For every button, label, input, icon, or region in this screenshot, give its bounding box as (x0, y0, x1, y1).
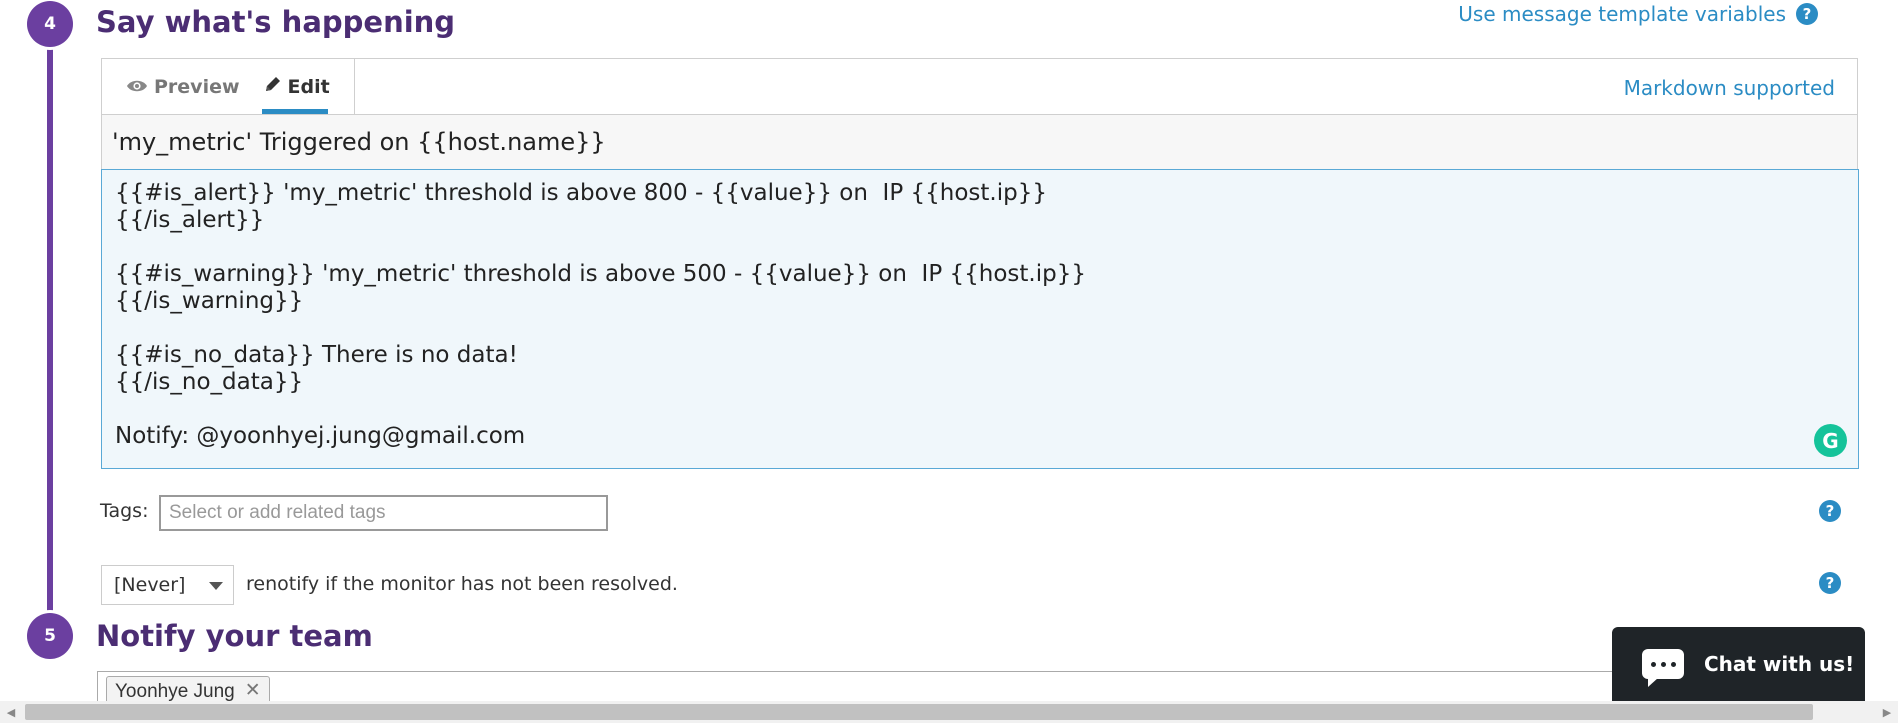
message-body-textarea[interactable]: {{#is_alert}} 'my_metric' threshold is a… (101, 169, 1859, 469)
message-editor: Preview Edit Markdown supported {{#is_al… (101, 58, 1859, 469)
close-icon[interactable]: ✕ (245, 681, 261, 700)
template-variables-link-label: Use message template variables (1458, 2, 1786, 26)
message-subject-input[interactable] (102, 115, 1857, 170)
editor-tab-bar: Preview Edit Markdown supported (102, 59, 1857, 115)
section-title-notify-your-team: Notify your team (96, 619, 373, 653)
scroll-right-arrow-icon[interactable]: ▶ (1876, 701, 1898, 723)
recipient-chip-label: Yoonhye Jung (115, 681, 235, 702)
scrollbar-thumb[interactable] (25, 704, 1813, 720)
tags-label: Tags: (100, 500, 149, 522)
tags-input[interactable] (159, 495, 608, 531)
tab-edit-label: Edit (287, 75, 330, 98)
markdown-supported-link[interactable]: Markdown supported (1624, 76, 1835, 100)
pencil-icon (264, 75, 282, 98)
step-number-badge: 4 (27, 1, 73, 47)
editor-tab-group: Preview Edit (102, 59, 355, 114)
tab-edit[interactable]: Edit (252, 59, 342, 114)
renotify-description: renotify if the monitor has not been res… (246, 573, 678, 595)
tags-help-icon[interactable]: ? (1819, 500, 1841, 522)
chat-with-us-label: Chat with us! (1704, 652, 1855, 676)
monitor-form-page: 4 Say what's happening Use message templ… (0, 0, 1898, 723)
renotify-help-icon[interactable]: ? (1819, 572, 1841, 594)
eye-icon (126, 76, 148, 98)
scroll-left-arrow-icon[interactable]: ◀ (0, 701, 22, 723)
template-variables-link[interactable]: Use message template variables ? (1458, 2, 1818, 26)
chat-bubble-icon (1642, 649, 1684, 687)
section-title-say-whats-happening: Say what's happening (96, 5, 456, 39)
step-rail (47, 24, 53, 639)
grammarly-icon[interactable]: G (1814, 424, 1847, 457)
caret-down-icon (209, 582, 223, 590)
tab-preview-label: Preview (154, 75, 240, 98)
horizontal-scrollbar[interactable]: ◀ ▶ (0, 701, 1898, 723)
help-icon[interactable]: ? (1796, 3, 1818, 25)
step-number-badge-notify: 5 (27, 613, 73, 659)
tab-preview[interactable]: Preview (114, 59, 252, 114)
renotify-selected-value: [Never] (114, 574, 186, 596)
renotify-select[interactable]: [Never] (101, 565, 234, 605)
chat-with-us-button[interactable]: Chat with us! (1612, 627, 1865, 701)
